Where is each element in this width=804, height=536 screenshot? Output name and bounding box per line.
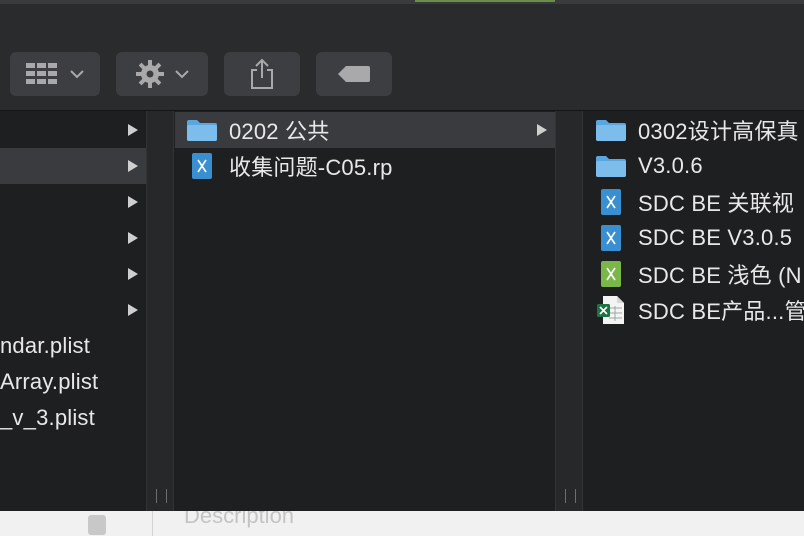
folder-icon [594,153,628,179]
divider [152,511,153,536]
list-item[interactable]: SDC BE产品...管 [584,292,804,328]
list-item[interactable]: ndar.plist [0,328,146,364]
list-item[interactable] [0,256,146,292]
list-item[interactable]: 0302设计高保真 [584,112,804,148]
list-item[interactable] [0,112,146,148]
file-name: 收集问题-C05.rp [229,155,393,180]
column-resize-divider[interactable] [555,111,583,511]
view-options-button[interactable] [10,52,100,96]
chevron-right-icon [128,268,138,280]
list-item[interactable]: _v_3.plist [0,400,146,436]
list-item[interactable]: 收集问题-C05.rp [175,148,555,184]
column-3: 0302设计高保真 V3.0.6 SDC BE 关联视 SDC BE V3.0.… [584,111,804,511]
folder-name: 0302设计高保真 [638,119,799,144]
chevron-right-icon [537,124,547,136]
list-item[interactable] [0,148,146,184]
share-button[interactable] [224,52,300,96]
excel-file-icon [594,296,628,324]
resize-grip-icon[interactable] [565,489,576,503]
action-menu-button[interactable] [116,52,208,96]
chevron-right-icon [128,304,138,316]
folder-name: V3.0.6 [638,153,703,178]
resize-grip-icon[interactable] [156,489,167,503]
column-1: ndar.plist Array.plist _v_3.plist [0,111,146,511]
file-name: SDC BE V3.0.5 [638,225,793,250]
chevron-right-icon [128,124,138,136]
column-2: 0202 公共 收集问题-C05.rp [175,111,555,511]
axure-file-icon [594,225,628,251]
file-name: SDC BE 关联视 [638,191,795,216]
chevron-right-icon [128,232,138,244]
chevron-down-icon [175,69,189,79]
tag-button[interactable] [316,52,392,96]
list-item[interactable]: SDC BE V3.0.5 [584,220,804,256]
file-name: ndar.plist [0,333,91,358]
tag-icon [337,65,371,83]
grid-view-icon [26,63,60,85]
column-resize-divider[interactable] [146,111,174,511]
window-behind-bottom: Description [0,511,804,536]
list-item[interactable] [0,220,146,256]
file-name: Array.plist [0,369,99,394]
list-item[interactable] [0,184,146,220]
finder-toolbar [0,4,804,111]
share-icon [249,58,275,90]
list-item[interactable]: V3.0.6 [584,148,804,184]
document-icon [88,515,106,535]
list-item[interactable]: SDC BE 浅色 (N [584,256,804,292]
list-item[interactable]: SDC BE 关联视 [584,184,804,220]
gear-icon [135,59,165,89]
list-item[interactable] [0,292,146,328]
folder-name: 0202 公共 [229,119,330,144]
axure-green-file-icon [594,261,628,287]
file-name: SDC BE 浅色 (N [638,263,802,288]
file-name: SDC BE产品...管 [638,299,804,324]
list-item[interactable]: Array.plist [0,364,146,400]
folder-icon [185,117,219,143]
list-item[interactable]: 0202 公共 [175,112,555,148]
chevron-right-icon [128,160,138,172]
folder-icon [594,117,628,143]
chevron-down-icon [70,69,84,79]
description-label: Description [184,511,295,528]
axure-file-icon [185,153,219,179]
file-name: _v_3.plist [0,405,95,430]
chevron-right-icon [128,196,138,208]
axure-file-icon [594,189,628,215]
